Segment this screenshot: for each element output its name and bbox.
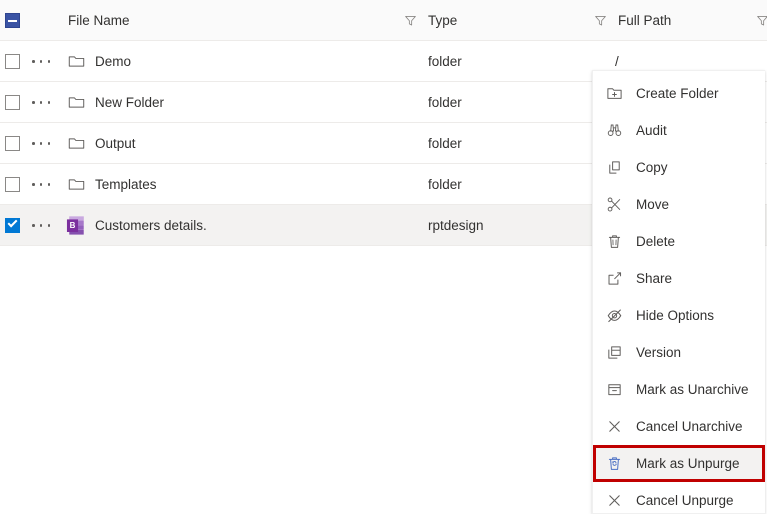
trash-restore-icon (608, 457, 621, 470)
menu-item-label: Move (636, 197, 670, 212)
checkmark-icon (7, 217, 18, 228)
row-checkbox[interactable] (5, 136, 20, 151)
column-header-trailing[interactable] (756, 0, 767, 41)
scissors-icon (607, 197, 621, 212)
menu-item-create-folder[interactable]: Create Folder (593, 75, 765, 112)
menu-item-audit[interactable]: Audit (593, 112, 765, 149)
menu-item-label: Mark as Unpurge (636, 456, 740, 471)
row-actions-ellipsis-icon[interactable] (32, 205, 50, 246)
binoculars-icon (607, 124, 622, 136)
menu-item-mark-as-unarchive[interactable]: Mark as Unarchive (593, 371, 765, 408)
context-menu: Create Folder Audit Copy Move Delete Sha… (592, 70, 765, 514)
menu-item-label: Audit (636, 123, 667, 138)
row-checkbox[interactable] (5, 217, 20, 233)
menu-item-label: Copy (636, 160, 668, 175)
row-checkbox[interactable] (5, 95, 20, 110)
cell-type: folder (428, 95, 462, 110)
grid-header: File Name Type Full Path (0, 0, 767, 41)
trash-icon (608, 235, 621, 248)
file-explorer-page: File Name Type Full Path Demo folder / N… (0, 0, 767, 514)
menu-item-label: Create Folder (636, 86, 719, 101)
filter-icon[interactable] (404, 14, 417, 27)
menu-item-label: Delete (636, 234, 676, 249)
column-header-type[interactable]: Type (404, 0, 457, 41)
copy-icon (609, 161, 620, 174)
cell-file-name: New Folder (95, 95, 165, 110)
menu-item-cancel-unarchive[interactable]: Cancel Unarchive (593, 408, 765, 445)
menu-item-delete[interactable]: Delete (593, 223, 765, 260)
column-header-label: Type (428, 13, 458, 28)
row-actions-ellipsis-icon[interactable] (32, 41, 50, 82)
cell-type: folder (428, 136, 462, 151)
menu-item-label: Hide Options (636, 308, 715, 323)
cell-file-name: Demo (95, 54, 132, 69)
column-header-label: File Name (68, 13, 130, 28)
menu-item-mark-as-unpurge[interactable]: Mark as Unpurge (593, 445, 765, 482)
filter-icon[interactable] (756, 14, 767, 27)
menu-item-label: Cancel Unpurge (636, 493, 734, 508)
menu-item-hide-options[interactable]: Hide Options (593, 297, 765, 334)
row-checkbox[interactable] (5, 177, 20, 192)
folder-icon (68, 179, 85, 190)
menu-item-label: Cancel Unarchive (636, 419, 743, 434)
cell-file-name: Output (95, 136, 136, 151)
menu-item-cancel-unpurge[interactable]: Cancel Unpurge (593, 482, 765, 513)
folder-icon (68, 97, 85, 108)
version-stack-icon (608, 346, 621, 359)
archive-box-icon (608, 384, 621, 396)
folder-icon (68, 56, 85, 67)
row-actions-ellipsis-icon[interactable] (32, 123, 50, 164)
menu-item-version[interactable]: Version (593, 334, 765, 371)
cell-file-name: Customers details. (95, 218, 207, 233)
indeterminate-dash-icon (8, 19, 17, 22)
menu-item-copy[interactable]: Copy (593, 149, 765, 186)
row-checkbox[interactable] (5, 54, 20, 69)
share-icon (608, 272, 622, 285)
eye-slash-icon (607, 309, 622, 323)
cell-type: folder (428, 54, 462, 69)
column-header-label: Full Path (618, 13, 672, 28)
menu-item-label: Share (636, 271, 673, 286)
cell-type: rptdesign (428, 218, 484, 233)
cancel-x-icon (609, 421, 620, 432)
menu-item-move[interactable]: Move (593, 186, 765, 223)
row-actions-ellipsis-icon[interactable] (32, 82, 50, 123)
cancel-x-icon (609, 495, 620, 506)
filter-icon[interactable] (594, 14, 607, 27)
menu-item-label: Mark as Unarchive (636, 382, 749, 397)
select-all-checkbox[interactable] (5, 13, 20, 28)
folder-icon (68, 138, 85, 149)
folder-add-icon (607, 88, 622, 99)
rptdesign-file-icon: B (66, 216, 84, 235)
cell-file-name: Templates (95, 177, 157, 192)
row-actions-ellipsis-icon[interactable] (32, 164, 50, 205)
menu-item-share[interactable]: Share (593, 260, 765, 297)
cell-type: folder (428, 177, 462, 192)
svg-text:B: B (70, 221, 76, 230)
menu-item-label: Version (636, 345, 682, 360)
column-header-file-name[interactable]: File Name (68, 0, 130, 41)
column-header-full-path[interactable]: Full Path (594, 0, 671, 41)
